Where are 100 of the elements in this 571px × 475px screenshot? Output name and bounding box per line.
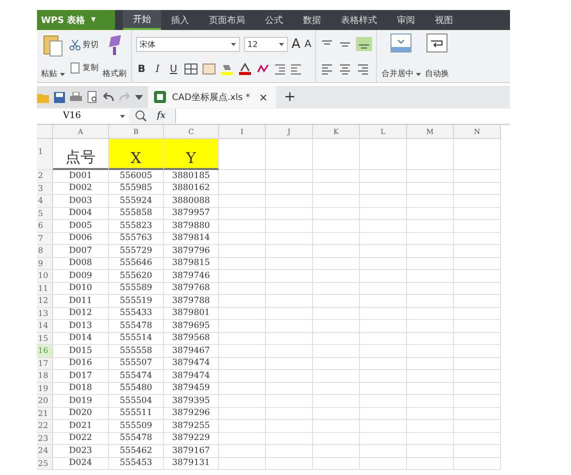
merge-cells-icon[interactable]: [390, 33, 412, 53]
table-cell: [454, 320, 501, 332]
table-cell: [407, 245, 454, 258]
row-header[interactable]: 6: [37, 220, 53, 232]
row-header[interactable]: 2: [37, 170, 53, 182]
row-header[interactable]: 8: [37, 245, 53, 258]
scissors-icon[interactable]: [68, 38, 81, 50]
new-tab-button[interactable]: +: [284, 89, 296, 105]
copy-icon[interactable]: [68, 62, 81, 74]
copy-button[interactable]: 复制: [82, 62, 99, 73]
indent-icon[interactable]: [274, 63, 286, 76]
row-header[interactable]: 7: [37, 232, 53, 245]
row-header[interactable]: 3: [37, 182, 53, 195]
table-cell: [407, 445, 454, 458]
table-cell: [266, 345, 313, 358]
ribbon-tab[interactable]: 数据: [293, 10, 331, 30]
app-menu-button[interactable]: WPS 表格 ▾: [37, 10, 115, 30]
name-box[interactable]: V16: [37, 109, 129, 123]
align-center-icon[interactable]: [338, 63, 352, 75]
underline-button[interactable]: U: [168, 64, 180, 75]
outdent-icon[interactable]: [290, 63, 302, 76]
ribbon-tab[interactable]: 公式: [255, 10, 293, 30]
print-icon[interactable]: [70, 92, 82, 102]
table-cell: 555511: [109, 408, 164, 420]
row-header[interactable]: 20: [37, 395, 53, 408]
wrap-text-icon[interactable]: [426, 33, 448, 53]
row-header[interactable]: 5: [37, 208, 53, 220]
table-cell: 555433: [109, 308, 164, 320]
font-name-field[interactable]: 宋体: [136, 36, 240, 52]
align-left-icon[interactable]: [320, 63, 334, 75]
dropdown-icon[interactable]: [135, 94, 143, 100]
table-cell: [407, 308, 454, 320]
formula-input[interactable]: [175, 109, 510, 123]
table-cell: 3879296: [164, 408, 219, 420]
table-cell: [313, 445, 360, 458]
fill-pattern-icon[interactable]: [202, 63, 216, 76]
function-button[interactable]: fx: [157, 111, 166, 121]
paste-icon[interactable]: [42, 33, 64, 57]
row-header[interactable]: 12: [37, 295, 53, 308]
row-header[interactable]: 14: [37, 320, 53, 332]
caret-icon[interactable]: [230, 42, 236, 46]
ribbon-tab[interactable]: 页面布局: [199, 10, 255, 30]
table-cell: [360, 270, 407, 282]
row-header[interactable]: 23: [37, 432, 53, 445]
zoom-icon[interactable]: [135, 110, 147, 122]
row-header[interactable]: 13: [37, 308, 53, 320]
ribbon-tab[interactable]: 开始: [123, 10, 161, 30]
row-header[interactable]: 19: [37, 382, 53, 395]
caret-icon[interactable]: [416, 73, 421, 76]
italic-button[interactable]: I: [152, 64, 164, 75]
border-icon[interactable]: [184, 63, 198, 76]
wrap-text-button[interactable]: 自动换: [424, 68, 449, 79]
table-cell: [266, 182, 313, 195]
row-header[interactable]: 21: [37, 408, 53, 420]
table-cell: 3879474: [164, 358, 219, 370]
table-cell: D009: [53, 270, 109, 282]
caret-icon[interactable]: [60, 73, 65, 76]
close-tab-button[interactable]: ×: [258, 90, 268, 104]
bold-button[interactable]: B: [136, 64, 148, 75]
ribbon-tab[interactable]: 视图: [425, 10, 463, 30]
grow-font-button[interactable]: A: [292, 36, 300, 52]
table-cell: [313, 382, 360, 395]
preview-icon[interactable]: [87, 91, 98, 103]
row-header[interactable]: 18: [37, 370, 53, 382]
align-bottom-icon[interactable]: [356, 37, 372, 51]
font-size-field[interactable]: 12: [244, 36, 288, 52]
table-cell: [407, 458, 454, 470]
table-cell: [360, 220, 407, 232]
table-cell: [360, 139, 407, 170]
row-header[interactable]: 11: [37, 282, 53, 295]
row-header[interactable]: 15: [37, 332, 53, 345]
document-tab[interactable]: CAD坐标展点.xls * ×: [148, 86, 276, 108]
row-header[interactable]: 4: [37, 195, 53, 208]
table-cell: 555620: [109, 270, 164, 282]
row-header[interactable]: 10: [37, 270, 53, 282]
save-icon[interactable]: [54, 92, 65, 102]
table-cell: [313, 370, 360, 382]
caret-icon[interactable]: [120, 114, 125, 118]
table-cell: D012: [53, 308, 109, 320]
shrink-font-button[interactable]: A: [304, 38, 312, 50]
paste-button[interactable]: 粘贴: [41, 68, 65, 79]
ribbon-tab[interactable]: 插入: [161, 10, 199, 30]
ribbon-tab[interactable]: 审阅: [387, 10, 425, 30]
merge-center-button[interactable]: 合并居中: [381, 68, 421, 79]
caret-icon[interactable]: [278, 42, 284, 46]
row-header[interactable]: 17: [37, 358, 53, 370]
row-header[interactable]: 1: [37, 139, 53, 170]
row-header[interactable]: 25: [37, 458, 53, 470]
fill-bucket-icon[interactable]: [220, 63, 234, 76]
table-cell: 555729: [109, 245, 164, 258]
row-header[interactable]: 9: [37, 258, 53, 270]
format-painter-button[interactable]: 格式刷: [102, 68, 127, 79]
row-header[interactable]: 24: [37, 445, 53, 458]
undo-icon[interactable]: [103, 92, 114, 102]
ribbon-tab[interactable]: 表格样式: [331, 10, 387, 30]
align-right-icon[interactable]: [356, 63, 370, 75]
row-header[interactable]: 22: [37, 420, 53, 432]
table-cell: [313, 308, 360, 320]
cut-button[interactable]: 剪切: [82, 39, 99, 50]
font-color-icon[interactable]: [238, 63, 252, 76]
